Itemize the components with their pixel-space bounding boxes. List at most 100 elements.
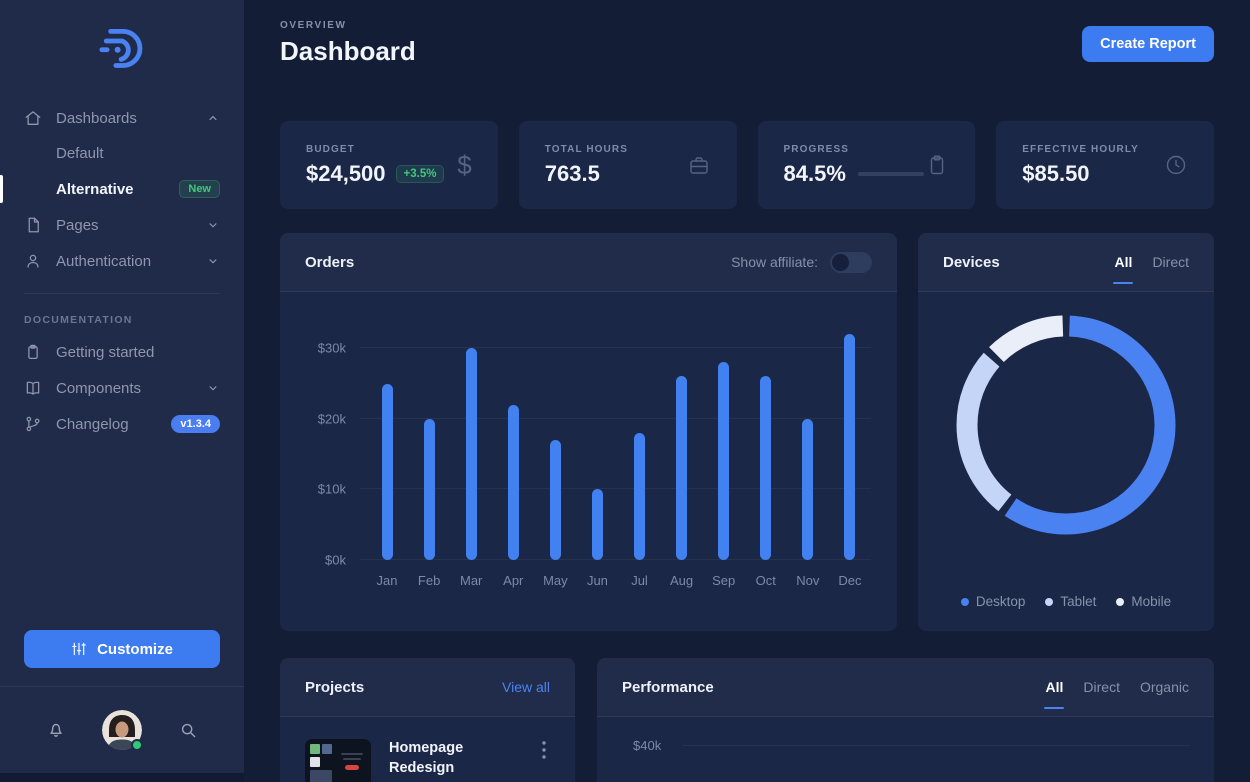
bar-column: Jan <box>366 318 408 590</box>
legend-item-desktop: Desktop <box>961 594 1026 609</box>
x-tick-label: Jan <box>377 560 398 590</box>
y-tick-label: $10k <box>302 482 346 497</box>
bar-jan <box>382 384 393 561</box>
customize-label: Customize <box>97 641 173 658</box>
sidebar-item-label: Authentication <box>56 253 192 270</box>
sidebar-item-authentication[interactable]: Authentication <box>0 243 244 279</box>
kebab-menu-icon[interactable] <box>538 739 550 761</box>
brand-logo-icon <box>94 20 150 76</box>
chevron-down-icon <box>206 218 220 232</box>
project-list-item[interactable]: Homepage Redesign <box>280 717 575 782</box>
customize-button[interactable]: Customize <box>24 630 220 668</box>
stat-value: 763.5 <box>545 161 600 187</box>
breadcrumb: OVERVIEW <box>280 20 416 31</box>
legend-dot <box>1045 598 1053 606</box>
tab-direct[interactable]: Direct <box>1083 679 1120 695</box>
performance-title: Performance <box>622 679 714 696</box>
search-button[interactable] <box>178 720 198 740</box>
page-title: Dashboard <box>280 36 416 67</box>
sidebar-item-default[interactable]: Default <box>0 136 244 171</box>
bar-column: Oct <box>745 318 787 590</box>
gridline <box>683 745 1190 746</box>
stats-row: BUDGET $24,500 +3.5% $ TOTAL HOURS 763.5 <box>280 121 1214 209</box>
chevron-down-icon <box>206 254 220 268</box>
user-avatar[interactable] <box>102 710 142 750</box>
show-affiliate-label: Show affiliate: <box>731 254 818 270</box>
tab-direct[interactable]: Direct <box>1152 254 1189 270</box>
x-tick-label: Dec <box>838 560 861 590</box>
bell-icon <box>46 720 66 740</box>
sidebar-item-alternative[interactable]: Alternative New <box>0 171 244 207</box>
sidebar-item-pages[interactable]: Pages <box>0 207 244 243</box>
bar-feb <box>424 419 435 560</box>
sidebar-item-dashboards[interactable]: Dashboards <box>0 100 244 136</box>
stat-value: 84.5% <box>784 161 846 187</box>
book-icon <box>24 379 42 397</box>
devices-donut <box>951 310 1181 540</box>
clipboard-icon <box>925 153 949 177</box>
sidebar-nav: Dashboards Default Alternative New Pages… <box>0 100 244 442</box>
main-content: OVERVIEW Dashboard Create Report BUDGET … <box>244 0 1250 782</box>
sidebar-item-label: Alternative <box>56 181 165 198</box>
sidebar-item-label: Default <box>56 145 220 162</box>
orders-bars: JanFebMarAprMayJunJulAugSepOctNovDec <box>366 318 871 590</box>
y-tick-label: $0k <box>302 553 346 568</box>
stat-value: $85.50 <box>1022 161 1089 187</box>
bar-column: Jun <box>576 318 618 590</box>
page-header: OVERVIEW Dashboard Create Report <box>280 0 1214 67</box>
orders-title: Orders <box>305 254 354 271</box>
stat-card-total-hours: TOTAL HOURS 763.5 <box>519 121 737 209</box>
x-tick-label: Jul <box>631 560 648 590</box>
git-branch-icon <box>24 415 42 433</box>
sidebar-item-getting-started[interactable]: Getting started <box>0 334 244 370</box>
y-tick-label: $40k <box>633 738 661 753</box>
bar-dec <box>844 334 855 560</box>
orders-bar-chart: $0k $10k $20k $30k JanFebMarAprMayJunJul… <box>302 318 875 590</box>
sidebar-item-label: Pages <box>56 217 192 234</box>
legend-label: Tablet <box>1060 594 1096 609</box>
toggle-knob <box>832 254 849 271</box>
legend-item-tablet: Tablet <box>1045 594 1096 609</box>
bar-column: May <box>534 318 576 590</box>
performance-card-header: Performance All Direct Organic <box>597 658 1214 717</box>
projects-card: Projects View all Homepage Redesign <box>280 658 575 782</box>
sidebar-item-label: Dashboards <box>56 110 192 127</box>
view-all-link[interactable]: View all <box>502 679 550 695</box>
legend-dot <box>1116 598 1124 606</box>
show-affiliate-toggle[interactable] <box>830 252 872 273</box>
sidebar-item-changelog[interactable]: Changelog v1.3.4 <box>0 406 244 442</box>
bar-column: Jul <box>618 318 660 590</box>
orders-card-header: Orders Show affiliate: <box>280 233 897 292</box>
bar-apr <box>508 405 519 560</box>
brand-logo[interactable] <box>0 0 244 100</box>
x-tick-label: Aug <box>670 560 693 590</box>
legend-label: Mobile <box>1131 594 1171 609</box>
performance-line-chart: $40k <box>597 717 1214 782</box>
sidebar: Dashboards Default Alternative New Pages… <box>0 0 244 782</box>
document-icon <box>24 216 42 234</box>
sidebar-footer-strip <box>0 773 244 782</box>
tab-organic[interactable]: Organic <box>1140 679 1189 695</box>
chevron-up-icon <box>206 111 220 125</box>
notifications-button[interactable] <box>46 720 66 740</box>
create-report-button[interactable]: Create Report <box>1082 26 1214 62</box>
tab-all[interactable]: All <box>1046 679 1064 695</box>
x-tick-label: Mar <box>460 560 482 590</box>
version-badge: v1.3.4 <box>171 415 220 433</box>
bar-sep <box>718 362 729 560</box>
stat-label: EFFECTIVE HOURLY <box>1022 144 1139 155</box>
tab-all[interactable]: All <box>1115 254 1133 270</box>
stat-card-progress: PROGRESS 84.5% <box>758 121 976 209</box>
bar-column: Feb <box>408 318 450 590</box>
x-tick-label: Apr <box>503 560 523 590</box>
legend-label: Desktop <box>976 594 1026 609</box>
sidebar-item-components[interactable]: Components <box>0 370 244 406</box>
sidebar-item-label: Components <box>56 380 192 397</box>
sidebar-divider <box>24 293 220 294</box>
stat-delta-badge: +3.5% <box>396 165 445 183</box>
home-icon <box>24 109 42 127</box>
bar-column: Aug <box>661 318 703 590</box>
sidebar-bottom-bar <box>0 687 244 773</box>
x-tick-label: Sep <box>712 560 735 590</box>
bar-column: Sep <box>703 318 745 590</box>
